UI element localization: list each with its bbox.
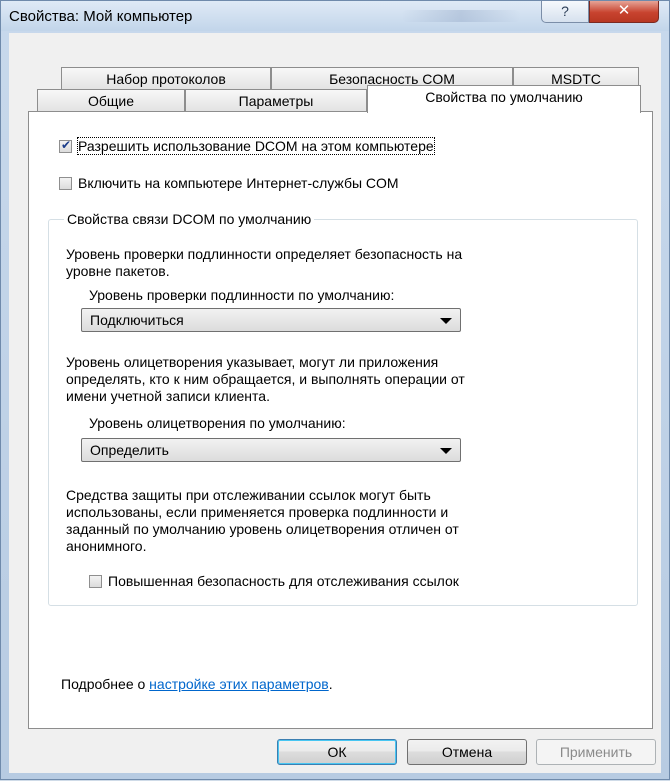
auth-level-value: Подключиться — [90, 312, 184, 328]
tracking-description-line: использованы, если применяется проверка … — [66, 504, 449, 520]
enable-com-internet-checkbox[interactable]: Включить на компьютере Интернет-службы C… — [59, 175, 399, 191]
apply-button: Применить — [536, 739, 656, 765]
impersonation-description-line: имени учетной записи клиента. — [66, 388, 270, 404]
impersonation-level-label: Уровень олицетворения по умолчанию: — [89, 415, 346, 431]
enhanced-tracking-security-checkbox[interactable]: Повышенная безопасность для отслеживания… — [89, 573, 459, 589]
checkbox-unchecked-icon[interactable] — [89, 574, 102, 588]
settings-help-link[interactable]: настройке этих параметров — [149, 676, 329, 692]
auth-level-label: Уровень проверки подлинности по умолчани… — [89, 287, 395, 303]
impersonation-description-line: определять, кто к ним обращается, и выпо… — [66, 371, 465, 387]
chevron-down-icon — [440, 318, 452, 324]
groupbox-title: Свойства связи DCOM по умолчанию — [64, 211, 315, 227]
enable-com-internet-label: Включить на компьютере Интернет-службы C… — [78, 175, 399, 191]
checkbox-checked-icon[interactable] — [59, 138, 72, 153]
cancel-button-label: Отмена — [441, 744, 493, 760]
properties-dialog: Свойства: Мой компьютер ? ✕ Набор проток… — [0, 0, 670, 780]
enable-dcom-checkbox[interactable]: Разрешить использование DCOM на этом ком… — [59, 137, 435, 155]
apply-button-label: Применить — [559, 744, 633, 760]
enhanced-tracking-security-label: Повышенная безопасность для отслеживания… — [108, 573, 459, 589]
tracking-description-line: Средства защиты при отслеживании ссылок … — [66, 487, 431, 503]
ok-button-label: ОК — [327, 744, 347, 760]
more-info-suffix: . — [328, 676, 333, 692]
impersonation-level-value: Определить — [90, 442, 169, 458]
impersonation-description-line: Уровень олицетворения указывает, могут л… — [66, 354, 439, 370]
auth-description-line: Уровень проверки подлинности определяет … — [66, 246, 463, 262]
auth-description-line: уровне пакетов. — [66, 263, 170, 279]
more-info-text: Подробнее о настройке этих параметров. — [61, 677, 333, 692]
tracking-description-line: заданный по умолчанию уровень олицетворе… — [66, 521, 459, 537]
tracking-description-line: анонимного. — [66, 538, 147, 554]
impersonation-level-combobox[interactable]: Определить — [81, 438, 461, 462]
chevron-down-icon — [440, 448, 452, 454]
enable-dcom-label: Разрешить использование DCOM на этом ком… — [77, 137, 435, 155]
ok-button[interactable]: ОК — [277, 739, 397, 765]
checkbox-unchecked-icon[interactable] — [59, 176, 72, 190]
auth-level-combobox[interactable]: Подключиться — [81, 308, 461, 332]
more-info-prefix: Подробнее о — [61, 676, 150, 692]
cancel-button[interactable]: Отмена — [407, 739, 527, 765]
